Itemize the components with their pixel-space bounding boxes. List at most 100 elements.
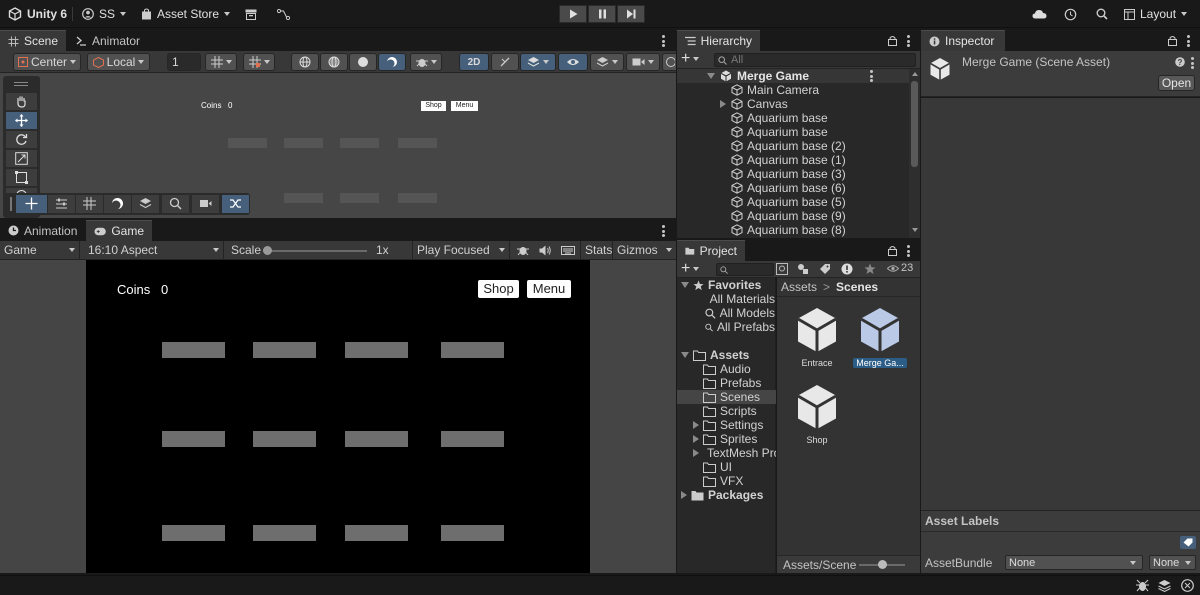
- scene-options-icon[interactable]: [870, 70, 873, 82]
- favorites-row[interactable]: Favorites: [681, 278, 761, 292]
- scene-root-row[interactable]: Merge Game: [677, 69, 920, 83]
- scene-visibility-toggle[interactable]: [558, 53, 588, 71]
- favorite-star-icon[interactable]: [864, 263, 876, 275]
- lock-icon[interactable]: [888, 35, 897, 46]
- undo-history-button[interactable]: [1064, 0, 1077, 28]
- space-dropdown[interactable]: Local: [87, 53, 150, 71]
- more-options-icon[interactable]: [662, 35, 665, 47]
- grid-visibility-dropdown[interactable]: [205, 53, 237, 71]
- expand-arrow-icon[interactable]: [693, 435, 699, 443]
- favorite-item[interactable]: All Materials: [705, 292, 775, 306]
- snap-increment-field[interactable]: 1: [167, 53, 201, 71]
- scale-tool-button[interactable]: [6, 150, 37, 167]
- aspect-dropdown[interactable]: 16:10 Aspect: [84, 241, 224, 259]
- move-tool-button[interactable]: [6, 112, 37, 129]
- shuffle-overlay-button[interactable]: [222, 195, 249, 213]
- scene-asset-shop[interactable]: Shop: [791, 383, 843, 445]
- move-overlay-button[interactable]: [16, 195, 47, 213]
- scale-slider-handle[interactable]: [263, 246, 272, 255]
- gizmos-dropdown[interactable]: [662, 53, 676, 71]
- asset-folder[interactable]: Scripts: [677, 404, 776, 418]
- search-button[interactable]: [1096, 0, 1108, 28]
- grid-snapping-dropdown[interactable]: [243, 53, 275, 71]
- step-button[interactable]: [617, 5, 645, 23]
- aquarium-slot[interactable]: [253, 525, 316, 541]
- shading-wireframe-button[interactable]: [291, 53, 319, 71]
- filter-type-icon[interactable]: [797, 263, 809, 275]
- project-search[interactable]: [716, 263, 774, 276]
- effects-dropdown[interactable]: [520, 53, 556, 71]
- game-view[interactable]: Coins 0 Shop Menu: [86, 260, 590, 573]
- asset-store-dropdown[interactable]: Asset Store: [141, 0, 231, 28]
- play-button[interactable]: [559, 5, 587, 23]
- lock-icon[interactable]: [1168, 35, 1177, 46]
- aquarium-slot[interactable]: [162, 431, 225, 447]
- asset-bundle-dropdown[interactable]: None: [1005, 555, 1143, 570]
- aquarium-slot[interactable]: [162, 342, 225, 358]
- asset-folder[interactable]: Audio: [677, 362, 776, 376]
- hierarchy-item[interactable]: Main Camera: [677, 83, 909, 97]
- hierarchy-search[interactable]: All: [714, 53, 916, 67]
- layout-dropdown[interactable]: Layout: [1124, 0, 1188, 28]
- grid-overlay-button[interactable]: [76, 195, 103, 213]
- gizmos-dropdown[interactable]: Gizmos: [612, 241, 676, 259]
- expand-arrow-icon[interactable]: [693, 421, 699, 429]
- draw-mode-dropdown[interactable]: [410, 53, 442, 71]
- tab-hierarchy[interactable]: Hierarchy: [677, 30, 760, 51]
- mode-2d-toggle[interactable]: 2D: [459, 53, 489, 71]
- packages-row[interactable]: Packages: [681, 488, 763, 502]
- label-tag-icon[interactable]: [819, 263, 831, 275]
- breadcrumb-assets[interactable]: Assets: [781, 280, 817, 294]
- asset-folder[interactable]: TextMesh Pro: [677, 446, 776, 460]
- debug-button[interactable]: [513, 241, 533, 259]
- account-dropdown[interactable]: SS: [82, 0, 127, 28]
- display-dropdown[interactable]: Game: [0, 241, 80, 259]
- hierarchy-item[interactable]: Aquarium base (1): [677, 153, 909, 167]
- more-options-icon[interactable]: [907, 35, 910, 47]
- rect-tool-button[interactable]: [6, 169, 37, 186]
- labels-tag-button[interactable]: [1180, 536, 1196, 549]
- favorite-item[interactable]: All Prefabs: [705, 320, 775, 334]
- asset-folder[interactable]: UI: [677, 460, 776, 474]
- cloud-button[interactable]: [1032, 0, 1047, 28]
- shading-shaded-wireframe-button[interactable]: [320, 53, 348, 71]
- hidden-packages-toggle[interactable]: 23: [887, 262, 913, 274]
- expand-arrow-icon[interactable]: [707, 73, 715, 79]
- camera-dropdown[interactable]: [626, 53, 660, 71]
- pivot-dropdown[interactable]: Center: [13, 53, 81, 71]
- hierarchy-item[interactable]: Canvas: [677, 97, 909, 111]
- assets-row[interactable]: Assets: [681, 348, 749, 362]
- hand-tool-button[interactable]: [6, 93, 37, 110]
- shading-shaded-button[interactable]: [378, 53, 406, 71]
- create-asset-dropdown[interactable]: +: [681, 261, 700, 277]
- camera-overlay-button[interactable]: [192, 195, 219, 213]
- hierarchy-item[interactable]: Aquarium base (5): [677, 195, 909, 209]
- warning-icon[interactable]: [841, 263, 853, 275]
- component-options-icon[interactable]: [1191, 57, 1194, 69]
- aquarium-slot[interactable]: [345, 525, 408, 541]
- aquarium-slot[interactable]: [345, 431, 408, 447]
- asset-folder[interactable]: Settings: [677, 418, 776, 432]
- scrollbar-thumb[interactable]: [911, 81, 918, 167]
- sliders-button[interactable]: [48, 195, 75, 213]
- icon-size-slider-handle[interactable]: [878, 560, 887, 569]
- tab-game[interactable]: Game: [86, 220, 152, 241]
- aquarium-slot[interactable]: [253, 431, 316, 447]
- lighting-toggle[interactable]: [491, 53, 519, 71]
- asset-folder[interactable]: Prefabs: [677, 376, 776, 390]
- pause-button[interactable]: [588, 5, 616, 23]
- open-button[interactable]: Open: [1158, 75, 1195, 91]
- hierarchy-item[interactable]: Aquarium base (6): [677, 181, 909, 195]
- menu-button[interactable]: Menu: [527, 280, 571, 298]
- shading-unlit-button[interactable]: [349, 53, 377, 71]
- aquarium-slot[interactable]: [162, 525, 225, 541]
- hierarchy-scrollbar[interactable]: [909, 69, 920, 238]
- layers-icon[interactable]: [1158, 579, 1171, 592]
- expand-arrow-icon[interactable]: [720, 100, 726, 108]
- search-overlay-button[interactable]: [162, 195, 189, 213]
- bug-icon[interactable]: [1136, 579, 1149, 592]
- tab-project[interactable]: Project: [677, 240, 745, 261]
- scene-asset-entrace[interactable]: Entrace: [791, 306, 843, 368]
- hierarchy-item[interactable]: Aquarium base: [677, 125, 909, 139]
- tab-animator[interactable]: Animator: [68, 30, 148, 51]
